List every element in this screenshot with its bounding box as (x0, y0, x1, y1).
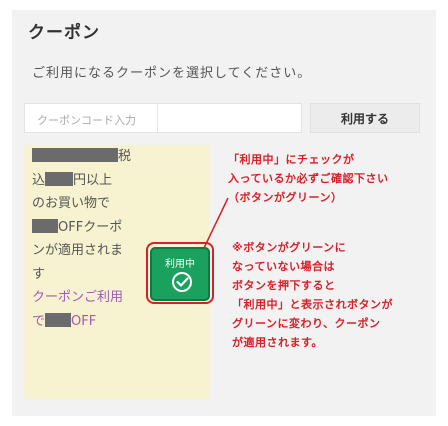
page-description: ご利用になるクーポンを選択してください。 (32, 66, 312, 81)
coupon-line: で OFF (32, 312, 97, 329)
coupon-code-placeholder: クーポンコード入力 (37, 114, 136, 127)
highlight-frame (146, 242, 214, 304)
coupon-line: OFFクーポ (32, 216, 162, 240)
coupon-line: のお買い物で (32, 196, 111, 211)
coupon-line: 込円以上 (32, 171, 113, 188)
redacted-block (45, 171, 74, 186)
coupon-line: 税 (32, 145, 162, 169)
page-title: クーポン (28, 23, 100, 43)
redacted-block (32, 148, 118, 162)
annotation-top: 「利用中」にチェックが 入っているか必ずご確認下さい （ボタンがグリーン） (228, 153, 389, 204)
redacted-block (32, 218, 58, 233)
input-divider (157, 104, 158, 132)
coupon-line: ンが適用されま (32, 243, 124, 258)
annotation-bottom: ※ボタンがグリーンに なっていない場合は ボタンを押下すると 「利用中」と表示さ… (232, 241, 393, 349)
coupon-code-input[interactable]: クーポンコード入力 (24, 103, 302, 133)
coupon-card-text: 税 込円以上 のお買い物で OFFクーポ ンが適用されま す クーポンご利用 で… (32, 145, 162, 333)
redacted-block (45, 312, 72, 327)
coupon-line: す (32, 266, 46, 282)
apply-coupon-button[interactable]: 利用する (310, 103, 420, 133)
coupon-line: クーポンご利用 (32, 290, 124, 305)
